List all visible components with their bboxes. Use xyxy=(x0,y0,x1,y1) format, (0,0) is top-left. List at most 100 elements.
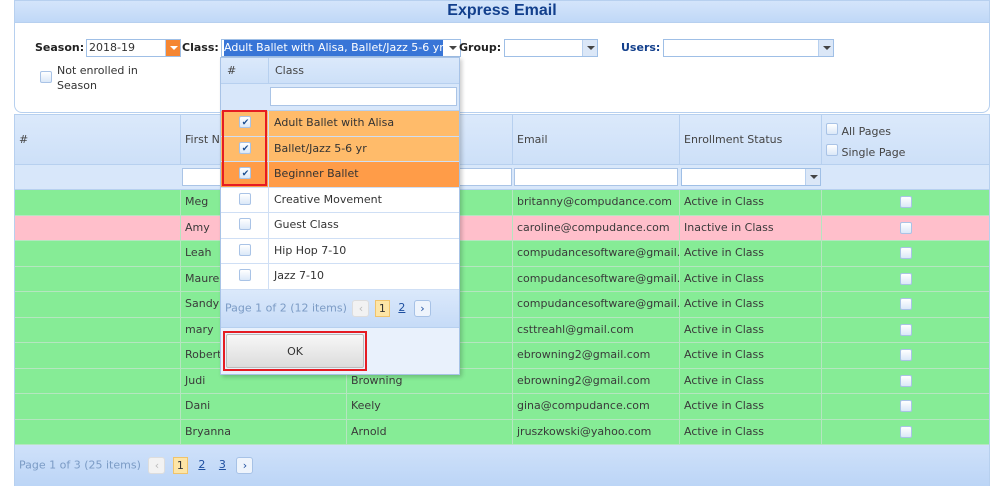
table-row[interactable]: Meg britanny@compudance.com Active in Clas… xyxy=(15,190,989,216)
table-row[interactable]: Dani Keely gina@compudance.com Active in Cl… xyxy=(15,394,989,420)
season-value: 2018-19 xyxy=(89,41,135,54)
filter-row xyxy=(15,165,989,190)
class-select[interactable]: Adult Ballet with Alisa, Ballet/Jazz 5-6… xyxy=(221,39,461,57)
popup-page-2[interactable]: 2 xyxy=(395,300,408,317)
table-row[interactable]: Judi Browning ebrowning2@gmail.com Active i… xyxy=(15,368,989,394)
class-option[interactable]: Jazz 7-10 xyxy=(221,264,459,290)
row-select-checkbox[interactable] xyxy=(900,400,912,412)
users-select[interactable] xyxy=(663,39,834,57)
class-filter-input[interactable] xyxy=(270,87,457,106)
row-select-checkbox[interactable] xyxy=(900,196,912,208)
chevron-down-icon[interactable] xyxy=(805,169,820,185)
page-title: Express Email xyxy=(447,2,557,19)
popup-col-class[interactable]: Class xyxy=(269,58,459,84)
chevron-down-icon[interactable] xyxy=(165,40,180,56)
class-value: Adult Ballet with Alisa, Ballet/Jazz 5-6… xyxy=(224,40,443,56)
email-cell: ebrowning2@gmail.com xyxy=(513,368,680,393)
all-pages-checkbox[interactable] xyxy=(826,123,838,135)
single-page-label: Single Page xyxy=(841,146,906,159)
single-page-option[interactable]: Single Page xyxy=(826,144,985,159)
class-option-label: Guest Class xyxy=(274,218,339,231)
row-select-checkbox[interactable] xyxy=(900,425,912,438)
group-select[interactable] xyxy=(504,39,598,57)
popup-pager: Page 1 of 2 (12 items) ‹ 1 2 › xyxy=(221,290,459,328)
row-select-checkbox[interactable] xyxy=(900,349,912,361)
table-row[interactable]: Amy caroline@compudance.com Inactive in Cl… xyxy=(15,215,989,241)
row-select-checkbox[interactable] xyxy=(900,298,912,310)
page-1[interactable]: 1 xyxy=(172,457,188,474)
class-option-label: Beginner Ballet xyxy=(274,167,359,180)
status-cell: Active in Class xyxy=(680,343,822,368)
title-bar: Express Email xyxy=(14,0,990,23)
class-option-label: Jazz 7-10 xyxy=(274,269,324,282)
email-cell: ebrowning2@gmail.com xyxy=(513,343,680,368)
highlight-ok-button xyxy=(223,331,367,371)
row-select-checkbox[interactable] xyxy=(900,323,912,336)
next-page-button[interactable]: › xyxy=(236,457,254,474)
class-option-checkbox[interactable] xyxy=(238,192,251,205)
popup-prev-page-button[interactable]: ‹ xyxy=(352,300,370,317)
col-header-email[interactable]: Email xyxy=(513,115,680,165)
col-header-enrollment-status[interactable]: Enrollment Status xyxy=(680,115,822,165)
class-option-checkbox[interactable] xyxy=(238,269,251,281)
row-number xyxy=(15,368,181,393)
not-enrolled-label: Not enrolled in Season xyxy=(57,64,138,92)
col-header-number[interactable]: # xyxy=(15,115,181,165)
row-select-checkbox[interactable] xyxy=(900,247,912,259)
season-select[interactable]: 2018-19 xyxy=(86,39,181,57)
all-pages-option[interactable]: All Pages xyxy=(826,123,985,138)
table-row[interactable]: mary csttreahl@gmail.com Active in Class xyxy=(15,317,989,343)
not-enrolled-checkbox[interactable] xyxy=(40,71,52,83)
popup-page-1[interactable]: 1 xyxy=(374,300,390,317)
class-option-label: Ballet/Jazz 5-6 yr xyxy=(274,141,367,155)
row-number xyxy=(15,266,181,291)
page-2[interactable]: 2 xyxy=(195,457,208,474)
email-filter[interactable] xyxy=(514,168,678,186)
table-row[interactable]: Sandycompudancesoftware@gmail.comActive … xyxy=(15,292,989,318)
table-row[interactable]: Roberta ebrowning2@gmail.com Active in Cla… xyxy=(15,343,989,369)
students-grid: # First Name Last Name Email Enrollment … xyxy=(14,114,990,486)
col-header-select: All Pages Single Page xyxy=(822,115,989,165)
row-select-checkbox[interactable] xyxy=(900,374,912,387)
status-cell: Active in Class xyxy=(680,266,822,291)
class-option-label: Adult Ballet with Alisa xyxy=(274,116,395,129)
single-page-checkbox[interactable] xyxy=(826,144,838,156)
email-cell: compudancesoftware@gmail.com xyxy=(513,266,680,291)
class-option-checkbox[interactable] xyxy=(238,218,251,230)
row-number xyxy=(15,215,181,240)
row-number xyxy=(15,241,181,266)
status-filter[interactable] xyxy=(681,168,821,186)
class-option-checkbox[interactable] xyxy=(238,243,251,256)
table-row[interactable]: Maureencompudancesoftware@gmail.comActiv… xyxy=(15,266,989,292)
email-cell: gina@compudance.com xyxy=(513,394,680,419)
page-3[interactable]: 3 xyxy=(216,457,229,474)
chevron-down-icon[interactable] xyxy=(818,40,833,56)
class-option[interactable]: Hip Hop 7-10 xyxy=(221,238,459,264)
row-select-checkbox[interactable] xyxy=(900,272,912,285)
season-label: Season: xyxy=(35,41,85,54)
class-option-checkbox-cell xyxy=(221,238,269,263)
email-cell: jruszkowski@yahoo.com xyxy=(513,419,680,444)
chevron-down-icon[interactable] xyxy=(445,40,460,56)
popup-next-page-button[interactable]: › xyxy=(413,300,431,317)
class-option-label: Hip Hop 7-10 xyxy=(274,243,347,257)
last-name-cell: Keely xyxy=(347,394,513,419)
first-name-cell: Dani xyxy=(181,394,347,419)
grid-pager: Page 1 of 3 (25 items) ‹ 1 2 3 › xyxy=(15,445,989,486)
class-dropdown-popup: # Class Adult Ballet with Alisa Ballet/Ja… xyxy=(220,57,460,375)
highlight-checked-items xyxy=(222,110,267,186)
prev-page-button[interactable]: ‹ xyxy=(148,457,166,474)
table-row[interactable]: Leahcompudancesoftware@gmail.comActive i… xyxy=(15,241,989,267)
all-pages-label: All Pages xyxy=(841,125,892,138)
status-cell: Active in Class xyxy=(680,368,822,393)
table-row[interactable]: Bryanna Arnold jruszkowski@yahoo.com Active… xyxy=(15,419,989,445)
class-option[interactable]: Guest Class xyxy=(221,213,459,239)
class-option[interactable]: Creative Movement xyxy=(221,187,459,213)
email-cell: britanny@compudance.com xyxy=(513,190,680,215)
status-cell: Active in Class xyxy=(680,317,822,342)
chevron-down-icon[interactable] xyxy=(582,40,597,56)
row-number xyxy=(15,317,181,342)
row-select-checkbox[interactable] xyxy=(900,221,912,234)
filter-panel: Season: 2018-19 Class: Adult Ballet with… xyxy=(14,23,990,113)
status-cell: Active in Class xyxy=(680,241,822,266)
